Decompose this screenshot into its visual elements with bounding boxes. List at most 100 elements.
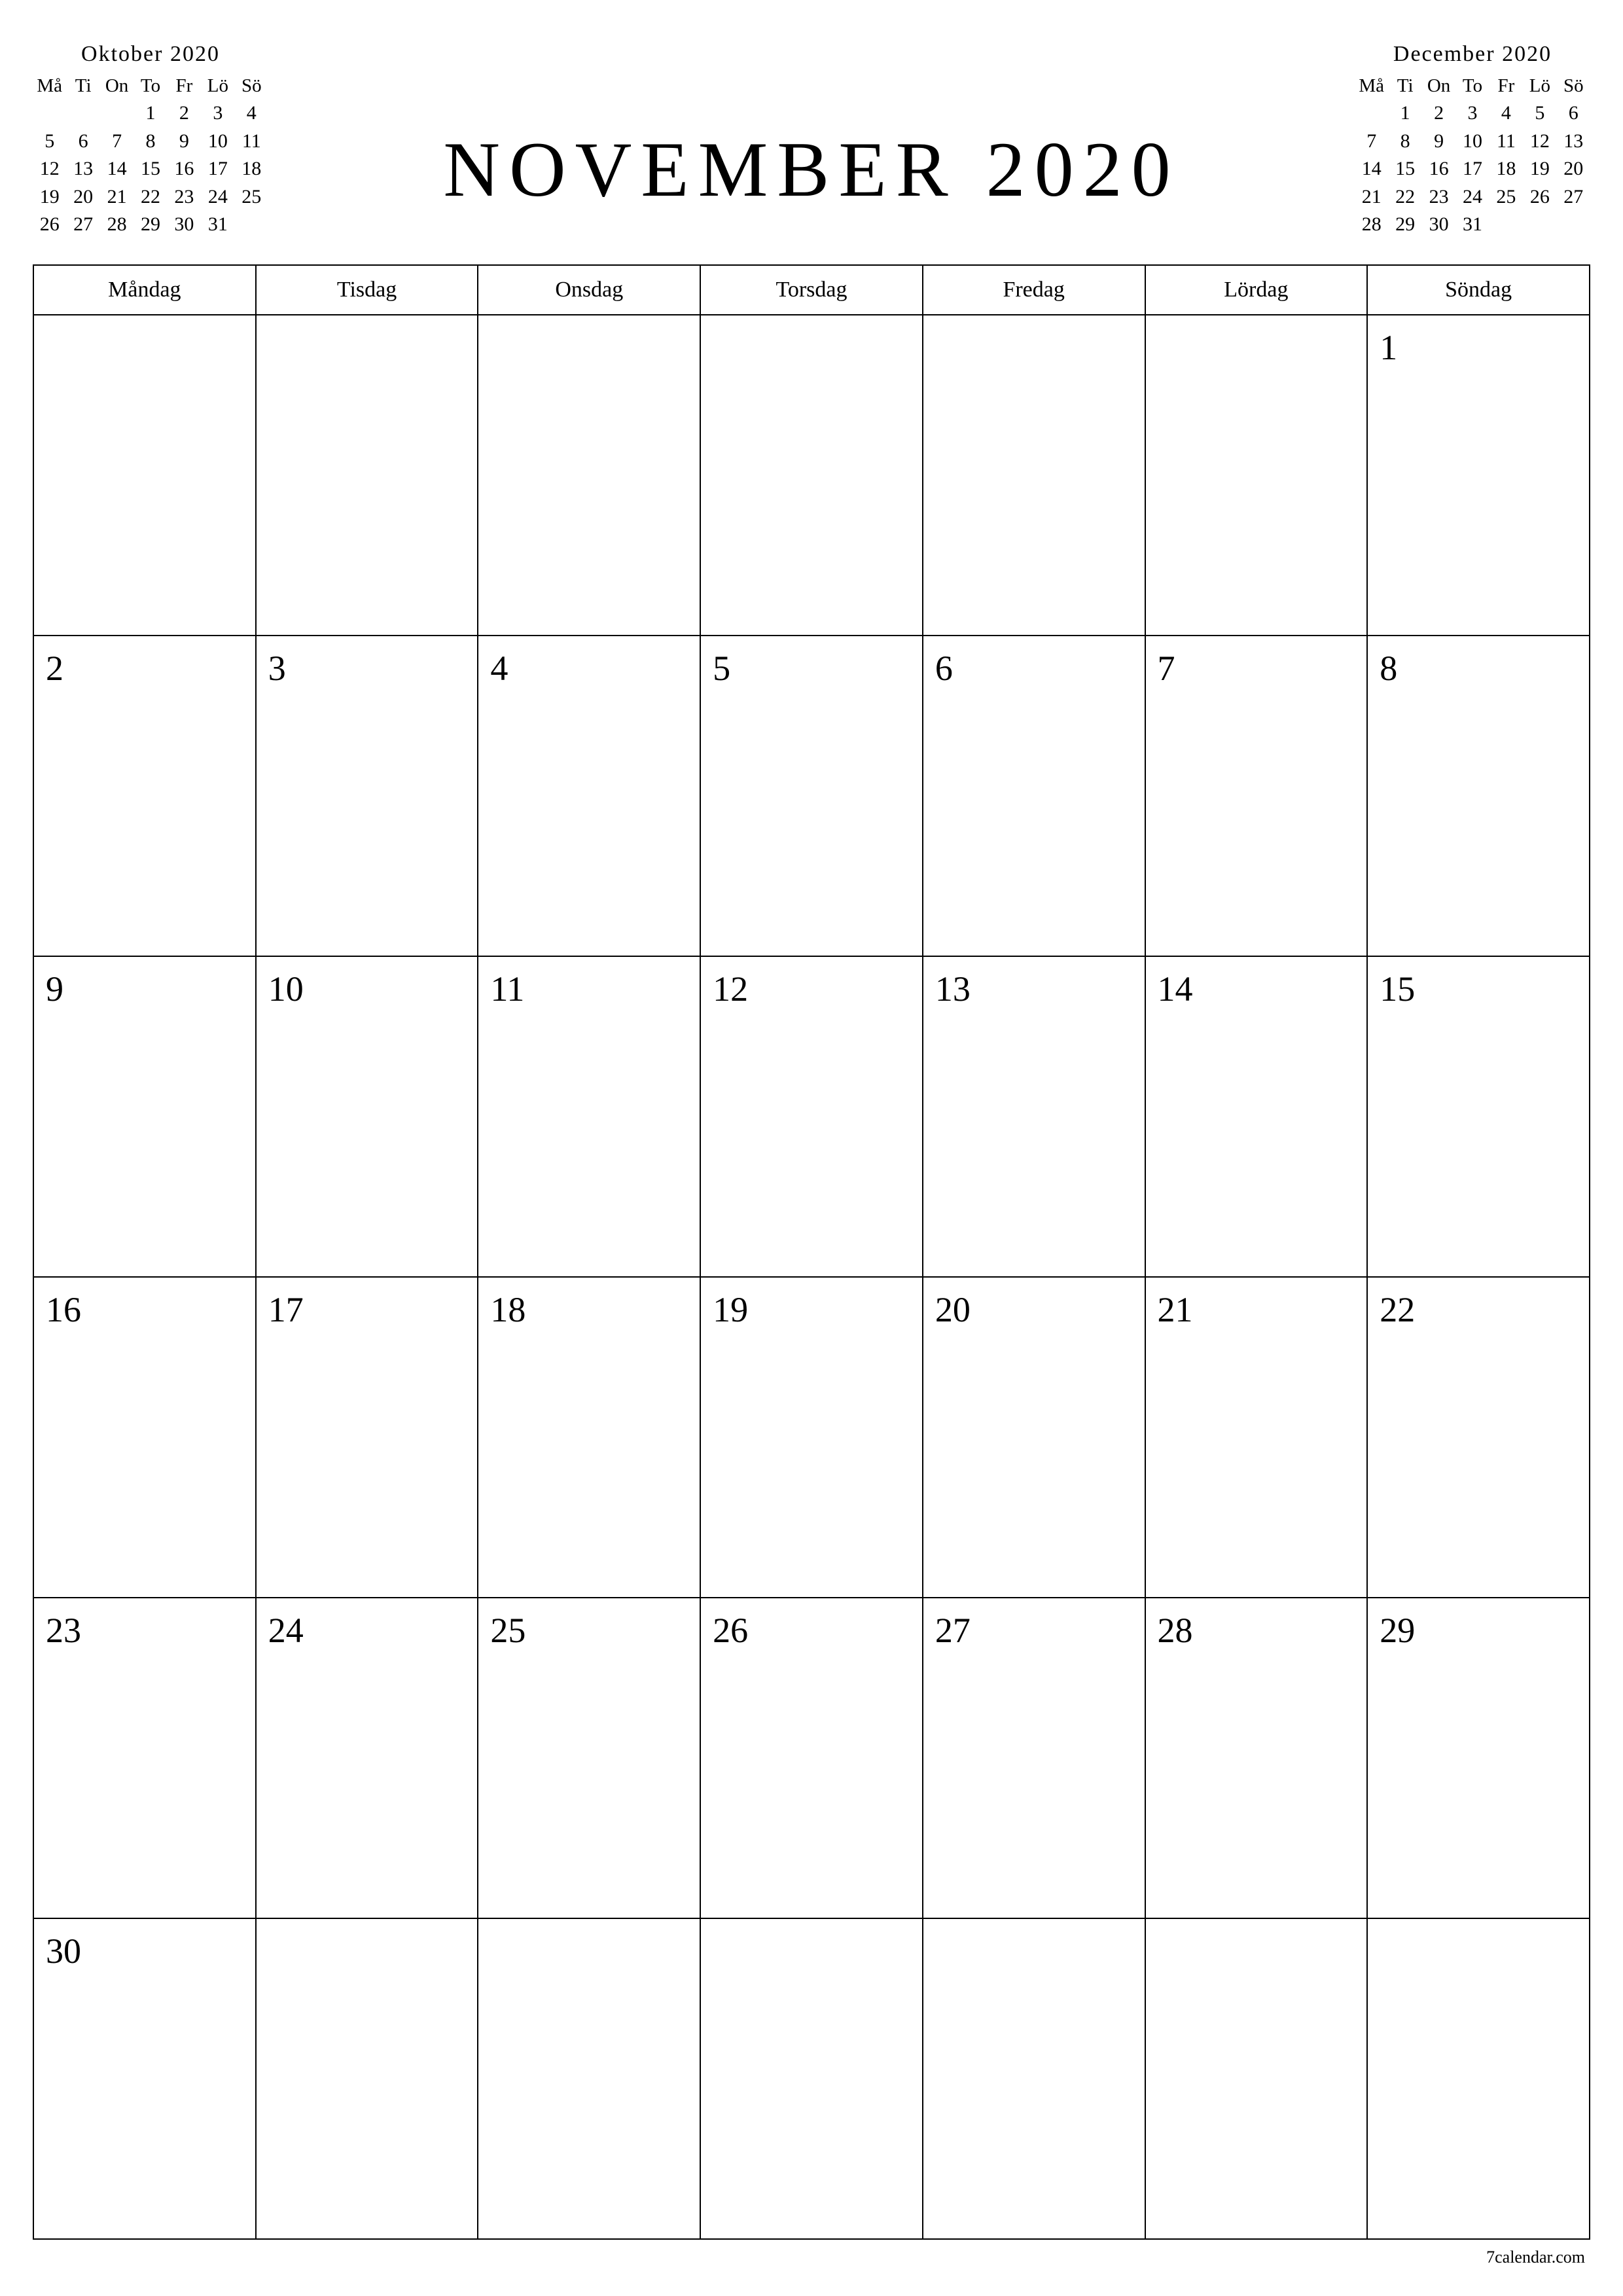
mini-day-cell: 15 (134, 156, 167, 183)
mini-day-cell: 26 (33, 211, 66, 238)
mini-weekday: Fr (168, 73, 201, 99)
mini-day-cell: 23 (1422, 184, 1455, 211)
calendar-day-cell: 10 (256, 956, 478, 1277)
main-calendar-table: MåndagTisdagOnsdagTorsdagFredagLördagSön… (33, 264, 1590, 2240)
prev-month-mini-calendar: Oktober 2020 MåTiOnToFrLöSö 123456789101… (33, 39, 268, 238)
mini-day-cell: 1 (134, 100, 167, 127)
calendar-day-cell: 25 (478, 1598, 700, 1918)
weekday-header: Måndag (33, 265, 256, 315)
calendar-row: 1 (33, 315, 1590, 636)
mini-day-cell: 27 (1557, 184, 1590, 211)
mini-day-cell: 20 (66, 184, 99, 211)
calendar-day-cell (256, 315, 478, 636)
calendar-row: 23242526272829 (33, 1598, 1590, 1918)
mini-day-cell: 11 (235, 128, 268, 155)
calendar-day-cell: 18 (478, 1277, 700, 1598)
mini-day-cell: 24 (201, 184, 234, 211)
mini-day-cell: 28 (1355, 211, 1388, 238)
mini-weekday: Fr (1489, 73, 1523, 99)
mini-weekday: On (1422, 73, 1455, 99)
calendar-day-cell (700, 1918, 923, 2239)
calendar-day-cell: 20 (923, 1277, 1145, 1598)
mini-day-cell (33, 100, 66, 127)
mini-day-cell: 9 (1422, 128, 1455, 155)
mini-day-cell: 17 (1455, 156, 1489, 183)
mini-day-cell: 25 (1489, 184, 1523, 211)
calendar-day-cell: 8 (1367, 636, 1590, 956)
calendar-day-cell: 27 (923, 1598, 1145, 1918)
calendar-day-cell: 11 (478, 956, 700, 1277)
calendar-day-cell (256, 1918, 478, 2239)
mini-weekday: Ti (1388, 73, 1421, 99)
mini-day-cell: 6 (66, 128, 99, 155)
mini-day-cell: 25 (235, 184, 268, 211)
calendar-day-cell (1367, 1918, 1590, 2239)
mini-day-cell: 22 (1388, 184, 1421, 211)
mini-day-cell: 9 (168, 128, 201, 155)
weekday-header: Torsdag (700, 265, 923, 315)
mini-day-cell: 5 (1523, 100, 1556, 127)
mini-day-cell: 4 (235, 100, 268, 127)
mini-day-cell: 3 (201, 100, 234, 127)
mini-day-cell: 1 (1388, 100, 1421, 127)
calendar-day-cell: 22 (1367, 1277, 1590, 1598)
mini-day-cell: 31 (201, 211, 234, 238)
calendar-day-cell: 17 (256, 1277, 478, 1598)
calendar-day-cell: 24 (256, 1598, 478, 1918)
mini-day-cell (100, 100, 134, 127)
mini-day-cell: 18 (1489, 156, 1523, 183)
mini-day-cell: 8 (1388, 128, 1421, 155)
header: Oktober 2020 MåTiOnToFrLöSö 123456789101… (33, 39, 1590, 238)
calendar-day-cell: 7 (1145, 636, 1368, 956)
mini-day-cell (1523, 211, 1556, 238)
calendar-day-cell: 6 (923, 636, 1145, 956)
prev-month-title: Oktober 2020 (33, 39, 268, 69)
calendar-row: 2345678 (33, 636, 1590, 956)
mini-day-cell: 21 (100, 184, 134, 211)
prev-month-grid: 1234567891011121314151617181920212223242… (33, 100, 268, 238)
mini-day-cell (1557, 211, 1590, 238)
mini-day-cell: 17 (201, 156, 234, 183)
mini-day-cell: 27 (66, 211, 99, 238)
calendar-day-cell: 9 (33, 956, 256, 1277)
calendar-row: 30 (33, 1918, 1590, 2239)
calendar-day-cell: 16 (33, 1277, 256, 1598)
mini-day-cell: 23 (168, 184, 201, 211)
mini-day-cell: 16 (1422, 156, 1455, 183)
weekday-header: Onsdag (478, 265, 700, 315)
mini-weekday: Lö (201, 73, 234, 99)
calendar-day-cell (478, 1918, 700, 2239)
mini-day-cell: 10 (201, 128, 234, 155)
weekday-header: Söndag (1367, 265, 1590, 315)
calendar-day-cell (923, 1918, 1145, 2239)
calendar-day-cell (700, 315, 923, 636)
mini-day-cell: 29 (1388, 211, 1421, 238)
mini-day-cell: 29 (134, 211, 167, 238)
next-month-title: December 2020 (1355, 39, 1590, 69)
mini-day-cell: 13 (1557, 128, 1590, 155)
mini-day-cell: 20 (1557, 156, 1590, 183)
next-month-mini-calendar: December 2020 MåTiOnToFrLöSö 12345678910… (1355, 39, 1590, 238)
next-month-grid: 1234567891011121314151617181920212223242… (1355, 100, 1590, 238)
mini-day-cell: 13 (66, 156, 99, 183)
mini-day-cell: 19 (33, 184, 66, 211)
mini-day-cell: 12 (33, 156, 66, 183)
mini-day-cell: 19 (1523, 156, 1556, 183)
mini-weekday: Må (1355, 73, 1388, 99)
weekday-header: Tisdag (256, 265, 478, 315)
mini-day-cell: 12 (1523, 128, 1556, 155)
calendar-day-cell (478, 315, 700, 636)
calendar-day-cell: 12 (700, 956, 923, 1277)
mini-day-cell: 26 (1523, 184, 1556, 211)
next-month-weekdays: MåTiOnToFrLöSö (1355, 73, 1590, 99)
mini-day-cell (1489, 211, 1523, 238)
mini-weekday: Sö (235, 73, 268, 99)
mini-day-cell: 4 (1489, 100, 1523, 127)
calendar-day-cell: 23 (33, 1598, 256, 1918)
mini-day-cell: 11 (1489, 128, 1523, 155)
mini-weekday: Lö (1523, 73, 1556, 99)
mini-day-cell: 30 (1422, 211, 1455, 238)
mini-day-cell (66, 100, 99, 127)
mini-day-cell: 24 (1455, 184, 1489, 211)
mini-day-cell: 16 (168, 156, 201, 183)
